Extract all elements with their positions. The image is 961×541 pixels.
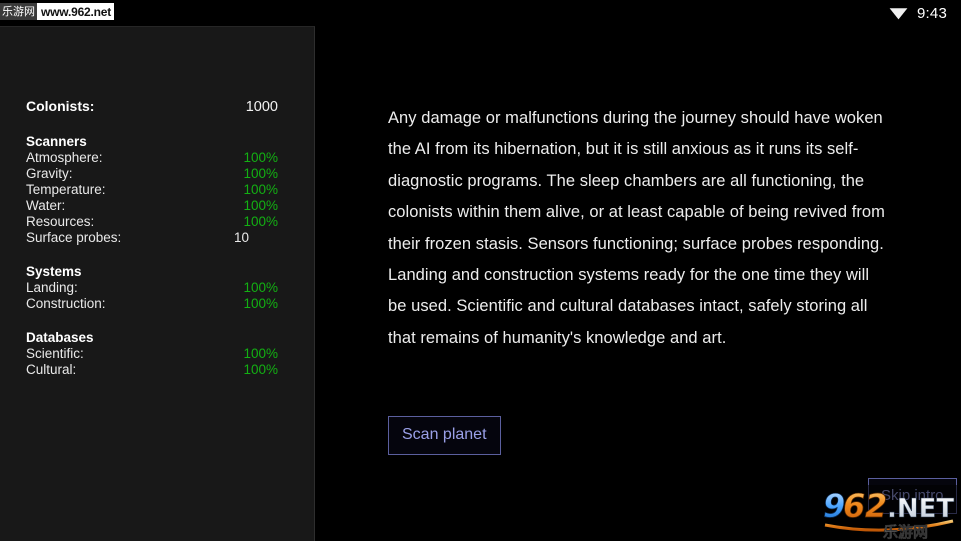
atmosphere-label: Atmosphere: — [26, 150, 103, 165]
stat-row-surface-probes: Surface probes: 10 — [26, 230, 278, 246]
water-value: 100% — [243, 198, 278, 213]
colonists-label: Colonists: — [26, 98, 95, 114]
scientific-value: 100% — [243, 346, 278, 361]
temperature-label: Temperature: — [26, 182, 106, 197]
stat-row-temperature: Temperature: 100% — [26, 182, 278, 198]
narrative-text: Any damage or malfunctions during the jo… — [388, 109, 885, 347]
colonists-value: 1000 — [245, 99, 278, 115]
construction-value: 100% — [243, 296, 278, 311]
stat-row-gravity: Gravity: 100% — [26, 166, 278, 182]
section-heading-scanners: Scanners — [26, 134, 87, 149]
status-bar: 9:43 — [0, 0, 961, 26]
cultural-value: 100% — [243, 362, 278, 377]
stat-row-scientific: Scientific: 100% — [26, 346, 278, 362]
watermark-url: www.962.net — [41, 4, 112, 19]
gravity-label: Gravity: — [26, 166, 73, 181]
status-bar-right-cluster: 9:43 — [889, 0, 947, 26]
water-label: Water: — [26, 198, 66, 213]
scientific-label: Scientific: — [26, 346, 84, 361]
construction-label: Construction: — [26, 296, 106, 311]
site-watermark-top: 乐游网 www.962.net — [0, 3, 115, 20]
gravity-value: 100% — [243, 166, 278, 181]
atmosphere-value: 100% — [243, 150, 278, 165]
resources-value: 100% — [243, 214, 278, 229]
status-bar-clock: 9:43 — [917, 4, 947, 22]
stat-row-colonists: Colonists: 1000 — [26, 97, 278, 115]
landing-label: Landing: — [26, 280, 78, 295]
watermark-cn-label: 乐游网 — [0, 3, 37, 20]
scan-planet-button[interactable]: Scan planet — [388, 416, 501, 455]
section-heading-databases: Databases — [26, 330, 94, 345]
cultural-label: Cultural: — [26, 362, 77, 377]
stats-panel-content: Colonists: 1000 Scanners Atmosphere: 100… — [26, 97, 278, 378]
skip-intro-button[interactable]: Skip intro — [868, 478, 957, 514]
stat-row-atmosphere: Atmosphere: 100% — [26, 150, 278, 166]
stat-row-landing: Landing: 100% — [26, 280, 278, 296]
main-content-area: Any damage or malfunctions during the jo… — [315, 26, 961, 541]
temperature-value: 100% — [243, 182, 278, 197]
landing-value: 100% — [243, 280, 278, 295]
surface-probes-label: Surface probes: — [26, 230, 122, 245]
stat-row-cultural: Cultural: 100% — [26, 362, 278, 378]
wifi-signal-icon — [889, 8, 908, 20]
stat-row-water: Water: 100% — [26, 198, 278, 214]
stat-row-construction: Construction: 100% — [26, 296, 278, 312]
surface-probes-value: 10 — [234, 230, 250, 245]
section-heading-systems: Systems — [26, 264, 82, 279]
stat-row-resources: Resources: 100% — [26, 214, 278, 230]
resources-label: Resources: — [26, 214, 95, 229]
stats-panel: Colonists: 1000 Scanners Atmosphere: 100… — [0, 26, 315, 541]
